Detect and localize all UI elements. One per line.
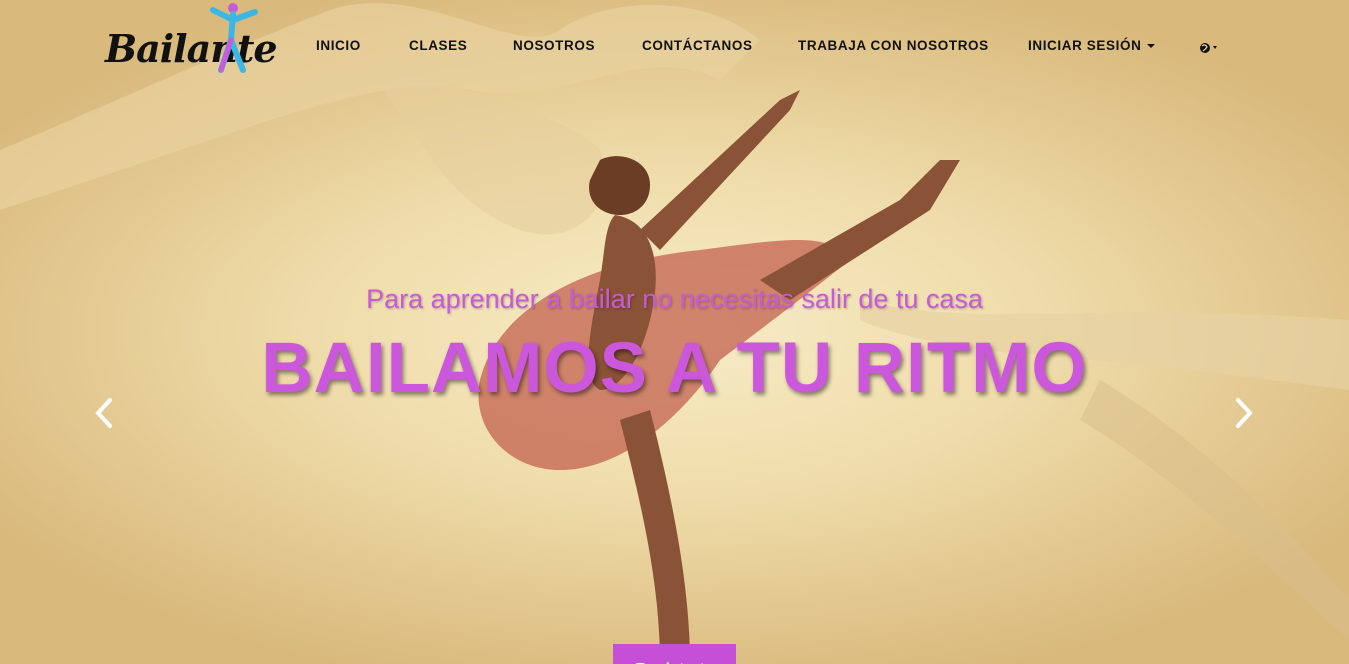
nav-item-trabaja-con-nosotros[interactable]: TRABAJA CON NOSOTROS — [798, 38, 989, 53]
chevron-left-icon — [95, 398, 112, 428]
chevron-right-icon — [1236, 398, 1253, 428]
carousel-next-button[interactable] — [1232, 396, 1256, 430]
nav-item-nosotros[interactable]: NOSOTROS — [513, 38, 595, 53]
nav-item-inicio[interactable]: INICIO — [316, 38, 361, 53]
language-selector[interactable] — [1199, 41, 1221, 55]
nav-item-iniciar-sesion-label: INICIAR SESIÓN — [1028, 38, 1142, 53]
top-navbar: Bailante INICIO CLASES NOSOTROS CONTÁCTA… — [0, 0, 1349, 95]
dancer-figure-icon — [210, 3, 258, 73]
hero-headline: BAILAMOS A TU RITMO — [261, 329, 1088, 408]
brand-logo[interactable]: Bailante — [103, 0, 278, 80]
carousel-prev-button[interactable] — [92, 396, 116, 430]
globe-icon — [1200, 43, 1217, 53]
nav-item-contactanos[interactable]: CONTÁCTANOS — [642, 38, 753, 53]
nav-item-clases[interactable]: CLASES — [409, 38, 467, 53]
hero-subtitle: Para aprender a bailar no necesitas sali… — [366, 284, 983, 314]
register-button[interactable]: Registrate — [613, 644, 736, 664]
caret-down-icon — [1147, 44, 1156, 49]
nav-item-iniciar-sesion-dropdown[interactable]: INICIAR SESIÓN — [1028, 38, 1156, 53]
